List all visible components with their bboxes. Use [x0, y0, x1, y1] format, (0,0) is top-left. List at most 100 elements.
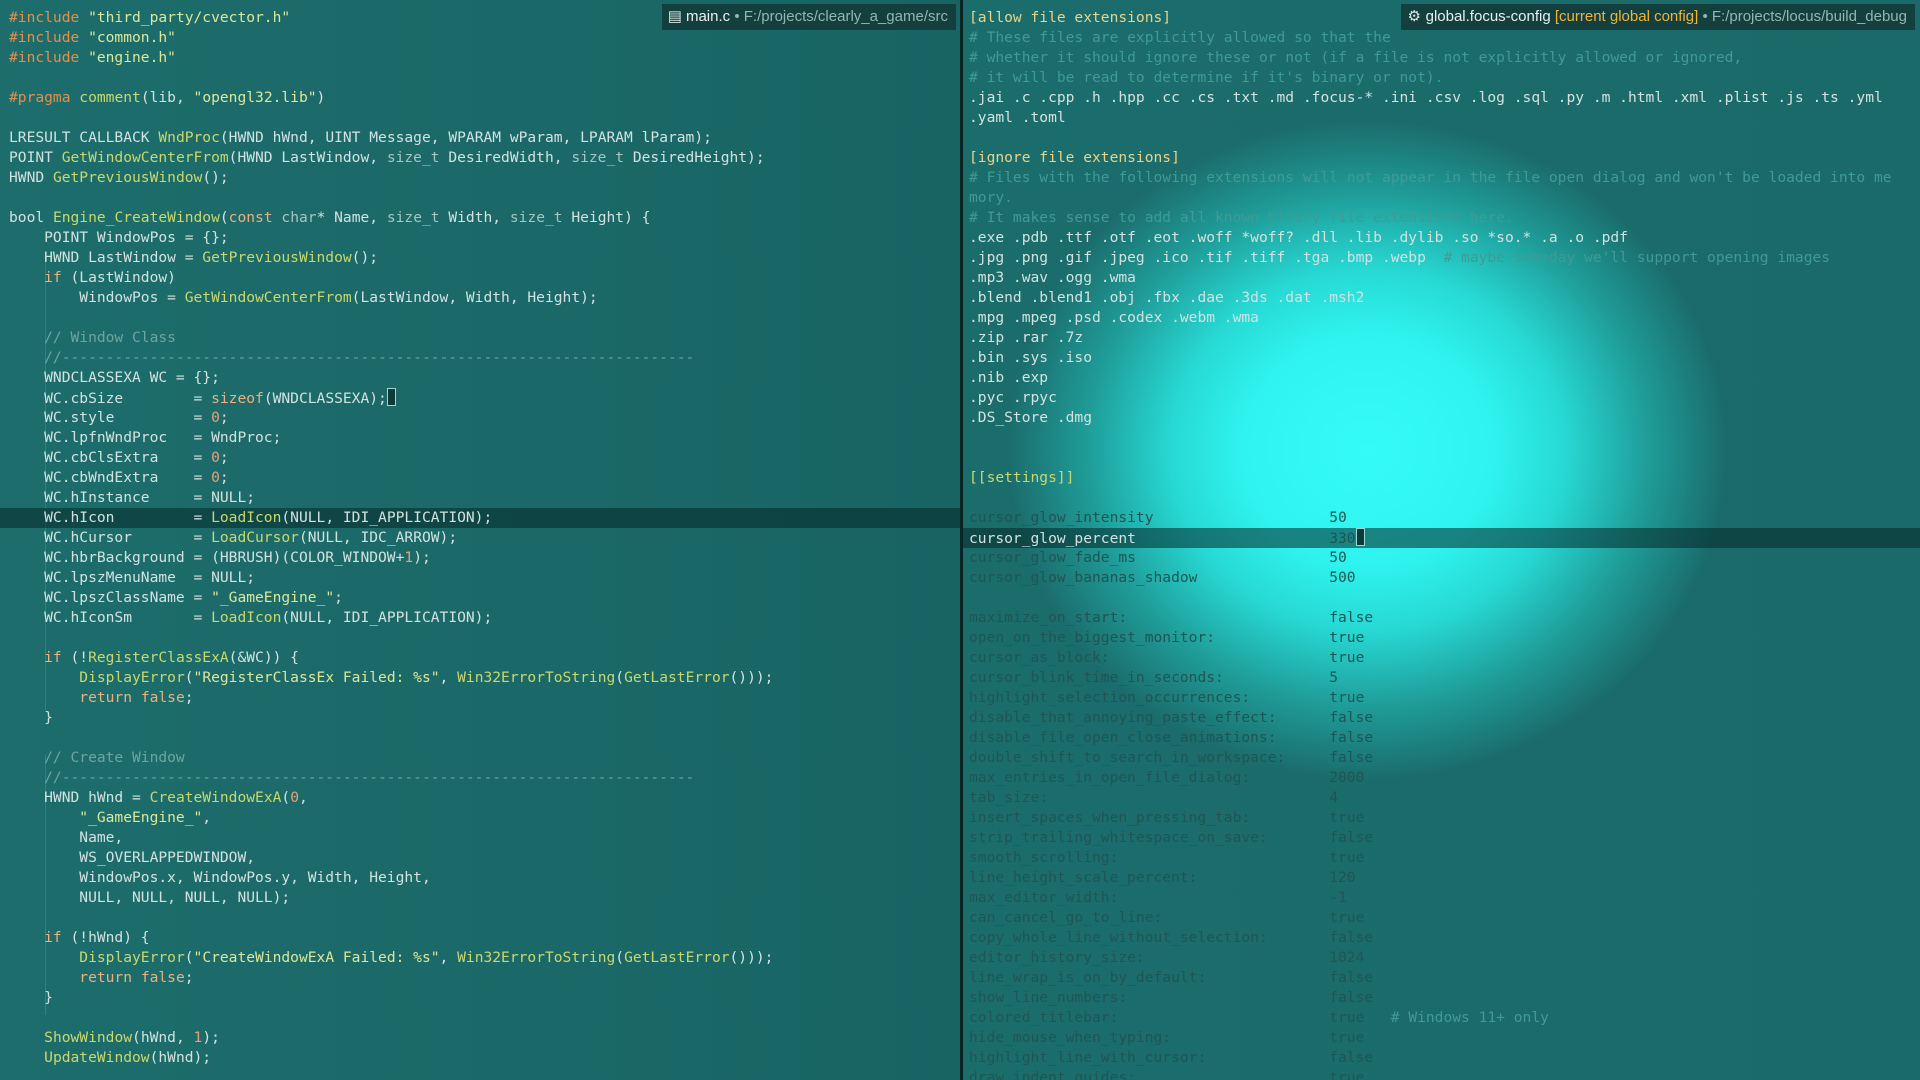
code-line[interactable]: WC.hCursor = LoadCursor(NULL, IDC_ARROW)…	[9, 528, 960, 548]
code-line[interactable]: draw_indent_guides: true	[969, 1068, 1920, 1080]
code-line[interactable]: }	[9, 708, 960, 728]
code-line[interactable]: HWND LastWindow = GetPreviousWindow();	[9, 248, 960, 268]
code-line[interactable]: tab_size: 4	[969, 788, 1920, 808]
code-line[interactable]: # it will be read to determine if it's b…	[969, 68, 1920, 88]
code-line[interactable]: UpdateWindow(hWnd);	[9, 1048, 960, 1068]
code-line[interactable]: disable_that_annoying_paste_effect: fals…	[969, 708, 1920, 728]
code-line[interactable]: .blend .blend1 .obj .fbx .dae .3ds .dat …	[969, 288, 1920, 308]
code-line[interactable]: maximize_on_start: false	[969, 608, 1920, 628]
code-line[interactable]: ShowWindow(hWnd, 1);	[9, 1028, 960, 1048]
code-line[interactable]	[9, 188, 960, 208]
code-line[interactable]: #pragma comment(lib, "opengl32.lib")	[9, 88, 960, 108]
code-line[interactable]: smooth_scrolling: true	[969, 848, 1920, 868]
file-tab-main-c[interactable]: ▤ main.c • F:/projects/clearly_a_game/sr…	[661, 4, 956, 30]
code-line[interactable]: .yaml .toml	[969, 108, 1920, 128]
code-line[interactable]: mory.	[969, 188, 1920, 208]
code-line[interactable]: .exe .pdb .ttf .otf .eot .woff *woff? .d…	[969, 228, 1920, 248]
code-line[interactable]: Name,	[9, 828, 960, 848]
code-line[interactable]: WNDCLASSEXA WC = {};	[9, 368, 960, 388]
code-line[interactable]: DisplayError("RegisterClassEx Failed: %s…	[9, 668, 960, 688]
code-line[interactable]	[9, 68, 960, 88]
code-line[interactable]: .bin .sys .iso	[969, 348, 1920, 368]
code-line[interactable]: POINT WindowPos = {};	[9, 228, 960, 248]
code-line[interactable]: //--------------------------------------…	[9, 348, 960, 368]
right-editor-pane[interactable]: [allow file extensions] # These files are…	[963, 0, 1920, 1080]
code-line[interactable]: highlight_line_with_cursor: false	[969, 1048, 1920, 1068]
code-line[interactable]	[969, 488, 1920, 508]
code-line[interactable]: .nib .exp	[969, 368, 1920, 388]
code-editor-main-c[interactable]: #include "third_party/cvector.h" #include…	[0, 8, 960, 1068]
code-line-active[interactable]: WC.hIcon = LoadIcon(NULL, IDI_APPLICATIO…	[0, 508, 960, 528]
code-line[interactable]: WindowPos.x, WindowPos.y, Width, Height,	[9, 868, 960, 888]
code-line[interactable]: .DS_Store .dmg	[969, 408, 1920, 428]
code-line[interactable]: WC.lpfnWndProc = WndProc;	[9, 428, 960, 448]
code-line[interactable]: WC.lpszClassName = "_GameEngine_";	[9, 588, 960, 608]
code-line[interactable]: WC.cbClsExtra = 0;	[9, 448, 960, 468]
code-line[interactable]: colored_titlebar: true # Windows 11+ onl…	[969, 1008, 1920, 1028]
code-line[interactable]: WC.cbSize = sizeof(WNDCLASSEXA);	[9, 388, 960, 408]
code-line[interactable]: .jpg .png .gif .jpeg .ico .tif .tiff .tg…	[969, 248, 1920, 268]
code-line[interactable]: max_entries_in_open_file_dialog: 2000	[969, 768, 1920, 788]
code-line[interactable]: double_shift_to_search_in_workspace: fal…	[969, 748, 1920, 768]
code-line[interactable]: WS_OVERLAPPEDWINDOW,	[9, 848, 960, 868]
code-line[interactable]: LRESULT CALLBACK WndProc(HWND hWnd, UINT…	[9, 128, 960, 148]
code-line[interactable]: # It makes sense to add all known binary…	[969, 208, 1920, 228]
code-line[interactable]: hide_mouse_when_typing: true	[969, 1028, 1920, 1048]
code-line[interactable]: if (!RegisterClassExA(&WC)) {	[9, 648, 960, 668]
code-line[interactable]: cursor_glow_bananas_shadow 500	[969, 568, 1920, 588]
code-line[interactable]: # Files with the following extensions wi…	[969, 168, 1920, 188]
code-line[interactable]	[9, 628, 960, 648]
code-line[interactable]: #include "common.h"	[9, 28, 960, 48]
code-line[interactable]: }	[9, 988, 960, 1008]
code-line[interactable]: "_GameEngine_",	[9, 808, 960, 828]
code-line[interactable]	[969, 448, 1920, 468]
code-line[interactable]: # These files are explicitly allowed so …	[969, 28, 1920, 48]
code-line[interactable]: .mp3 .wav .ogg .wma	[969, 268, 1920, 288]
code-line[interactable]: WC.hIconSm = LoadIcon(NULL, IDI_APPLICAT…	[9, 608, 960, 628]
code-line[interactable]: .mpg .mpeg .psd .codex .webm .wma	[969, 308, 1920, 328]
code-line[interactable]: .pyc .rpyc	[969, 388, 1920, 408]
code-line[interactable]: NULL, NULL, NULL, NULL);	[9, 888, 960, 908]
code-line[interactable]: open_on_the_biggest_monitor: true	[969, 628, 1920, 648]
code-line[interactable]: DisplayError("CreateWindowExA Failed: %s…	[9, 948, 960, 968]
code-line[interactable]: return false;	[9, 688, 960, 708]
code-line[interactable]: if (LastWindow)	[9, 268, 960, 288]
code-line[interactable]: WC.cbWndExtra = 0;	[9, 468, 960, 488]
code-line[interactable]: bool Engine_CreateWindow(const char* Nam…	[9, 208, 960, 228]
code-line[interactable]	[9, 108, 960, 128]
code-line[interactable]: // Create Window	[9, 748, 960, 768]
code-line[interactable]: # whether it should ignore these or not …	[969, 48, 1920, 68]
code-line[interactable]: HWND hWnd = CreateWindowExA(0,	[9, 788, 960, 808]
code-line[interactable]	[9, 908, 960, 928]
code-line[interactable]: editor_history_size: 1024	[969, 948, 1920, 968]
code-line[interactable]: WC.style = 0;	[9, 408, 960, 428]
code-line[interactable]: cursor_glow_intensity 50	[969, 508, 1920, 528]
code-line[interactable]: highlight_selection_occurrences: true	[969, 688, 1920, 708]
code-line[interactable]: can_cancel_go_to_line: true	[969, 908, 1920, 928]
code-line[interactable]: //--------------------------------------…	[9, 768, 960, 788]
code-line[interactable]: [[settings]]	[969, 468, 1920, 488]
code-line[interactable]	[9, 308, 960, 328]
code-line[interactable]: disable_file_open_close_animations: fals…	[969, 728, 1920, 748]
code-line[interactable]: max_editor_width: -1	[969, 888, 1920, 908]
code-line[interactable]: line_wrap_is_on_by_default: false	[969, 968, 1920, 988]
code-line[interactable]: cursor_blink_time_in_seconds: 5	[969, 668, 1920, 688]
code-line[interactable]: line_height_scale_percent: 120	[969, 868, 1920, 888]
code-line[interactable]: WC.hbrBackground = (HBRUSH)(COLOR_WINDOW…	[9, 548, 960, 568]
code-line[interactable]: WC.lpszMenuName = NULL;	[9, 568, 960, 588]
code-line[interactable]	[969, 588, 1920, 608]
code-line[interactable]: cursor_as_block: true	[969, 648, 1920, 668]
code-line[interactable]: POINT GetWindowCenterFrom(HWND LastWindo…	[9, 148, 960, 168]
code-line[interactable]: // Window Class	[9, 328, 960, 348]
code-line[interactable]: cursor_glow_fade_ms 50	[969, 548, 1920, 568]
code-line[interactable]: if (!hWnd) {	[9, 928, 960, 948]
code-line[interactable]	[969, 428, 1920, 448]
code-line[interactable]: return false;	[9, 968, 960, 988]
left-editor-pane[interactable]: #include "third_party/cvector.h" #include…	[0, 0, 960, 1080]
code-line[interactable]: strip_trailing_whitespace_on_save: false	[969, 828, 1920, 848]
code-line[interactable]: #include "engine.h"	[9, 48, 960, 68]
code-line-active[interactable]: cursor_glow_percent 330	[963, 528, 1920, 548]
code-line[interactable]	[9, 728, 960, 748]
code-line[interactable]: show_line_numbers: false	[969, 988, 1920, 1008]
code-line[interactable]: insert_spaces_when_pressing_tab: true	[969, 808, 1920, 828]
